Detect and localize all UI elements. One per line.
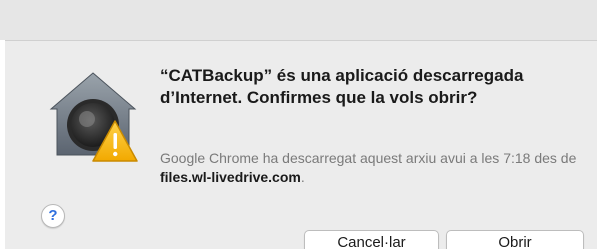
dialog-detail: Google Chrome ha descarregat aquest arxi…: [160, 149, 580, 187]
window-top-bar: [0, 0, 597, 40]
detail-suffix: .: [300, 169, 305, 185]
gatekeeper-warning-icon: [45, 69, 141, 165]
help-button[interactable]: ?: [41, 204, 65, 228]
cancel-button[interactable]: Cancel·lar: [304, 230, 439, 249]
detail-text: Google Chrome ha descarregat aquest arxi…: [160, 150, 577, 166]
dialog-title: “CATBackup” és una aplicació descarregad…: [160, 66, 524, 107]
download-host: files.wl-livedrive.com: [160, 169, 301, 185]
open-button[interactable]: Obrir: [446, 230, 584, 249]
security-alert-dialog: “CATBackup” és una aplicació descarregad…: [5, 40, 597, 249]
